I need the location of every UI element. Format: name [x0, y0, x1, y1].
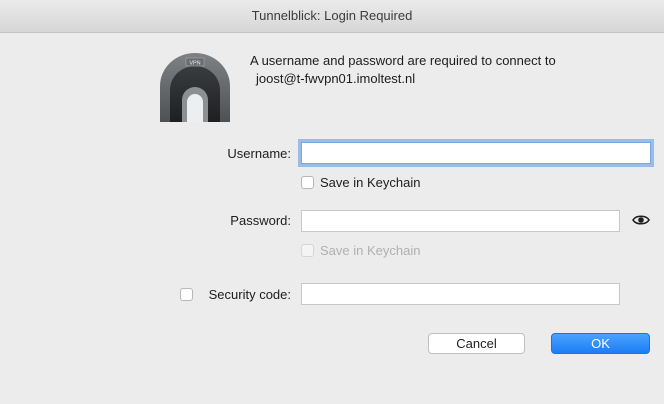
- username-save-keychain-checkbox[interactable]: [301, 176, 314, 189]
- ok-button[interactable]: OK: [551, 333, 650, 354]
- password-label: Password:: [230, 213, 291, 228]
- security-code-input[interactable]: [301, 283, 620, 305]
- password-save-keychain-checkbox: [301, 244, 314, 257]
- security-code-checkbox[interactable]: [180, 288, 193, 301]
- username-save-keychain-label[interactable]: Save in Keychain: [320, 175, 420, 190]
- login-message: A username and password are required to …: [250, 52, 650, 88]
- password-input[interactable]: [301, 210, 620, 232]
- cancel-button[interactable]: Cancel: [428, 333, 525, 354]
- eye-icon[interactable]: [632, 213, 650, 227]
- password-save-keychain-label: Save in Keychain: [320, 243, 421, 258]
- login-dialog: Tunnelblick: Login Required VPN A userna…: [0, 0, 664, 404]
- vpn-badge-text: VPN: [189, 60, 200, 66]
- security-code-label[interactable]: Security code:: [199, 287, 291, 302]
- window-title: Tunnelblick: Login Required: [0, 0, 664, 33]
- message-line-2: joost@t-fwvpn01.imoltest.nl: [256, 71, 416, 86]
- tunnelblick-vpn-icon: VPN: [160, 53, 230, 122]
- username-input[interactable]: [301, 142, 651, 164]
- username-label: Username:: [227, 146, 291, 161]
- message-line-1: A username and password are required to …: [250, 53, 556, 68]
